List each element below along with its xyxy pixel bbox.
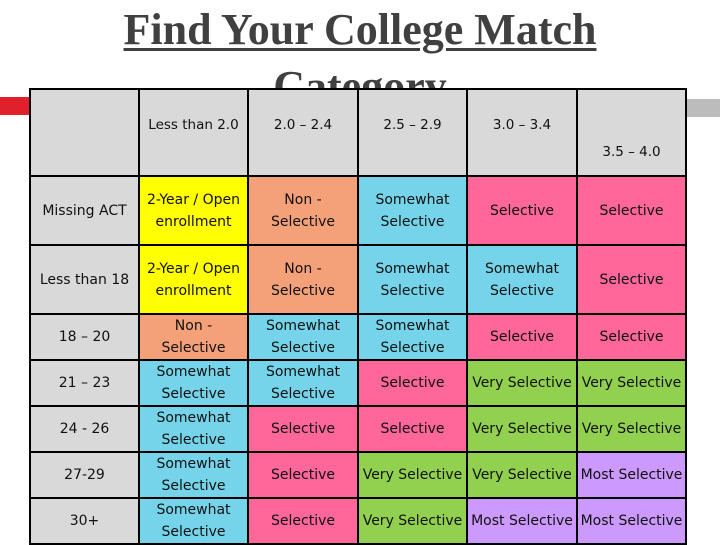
header-gpa-lt-2-0: Less than 2.0	[138, 88, 249, 177]
table-row: 24 - 26 Somewhat Selective Selective Select…	[29, 405, 687, 453]
table-row: 27-29 Somewhat Selective Selective Very Sel…	[29, 451, 687, 499]
category-cell: Very Selective	[466, 451, 578, 499]
category-cell: Selective	[357, 405, 468, 453]
category-cell: Selective	[247, 405, 359, 453]
header-row: Less than 2.0 2.0 – 2.4 2.5 – 2.9 3.0 – …	[29, 88, 687, 177]
category-cell: Somewhat Selective	[138, 359, 249, 407]
table-row: 18 – 20 Non - Selective Somewhat Selective…	[29, 313, 687, 361]
category-cell: Selective	[247, 497, 359, 545]
table-row: 21 – 23 Somewhat Selective Somewhat Select…	[29, 359, 687, 407]
category-cell: Non - Selective	[138, 313, 249, 361]
category-cell: Somewhat Selective	[138, 497, 249, 545]
category-cell: Somewhat Selective	[247, 313, 359, 361]
table-row: Missing ACT 2-Year / Open enrollment Non -…	[29, 175, 687, 246]
header-label: 2.0 – 2.4	[273, 116, 333, 133]
header-gpa-3-0-3-4: 3.0 – 3.4	[466, 88, 578, 177]
category-cell: Very Selective	[466, 405, 578, 453]
category-cell: Somewhat Selective	[247, 359, 359, 407]
act-range-label: 21 – 23	[29, 359, 140, 407]
category-cell: Selective	[576, 175, 687, 246]
category-cell: Selective	[247, 451, 359, 499]
act-range-label: Missing ACT	[29, 175, 140, 246]
category-cell: Very Selective	[357, 497, 468, 545]
category-cell: Selective	[576, 313, 687, 361]
category-cell: Most Selective	[466, 497, 578, 545]
category-cell: Very Selective	[576, 359, 687, 407]
category-cell: Most Selective	[576, 497, 687, 545]
category-cell: Most Selective	[576, 451, 687, 499]
act-range-label: 24 - 26	[29, 405, 140, 453]
category-cell: Selective	[576, 244, 687, 315]
table-row: 30+ Somewhat Selective Selective Very Selec…	[29, 497, 687, 545]
college-match-table: Less than 2.0 2.0 – 2.4 2.5 – 2.9 3.0 – …	[29, 88, 687, 545]
header-gpa-2-0-2-4: 2.0 – 2.4	[247, 88, 359, 177]
category-cell: Somewhat Selective	[138, 451, 249, 499]
category-cell: Somewhat Selective	[138, 405, 249, 453]
category-cell: Somewhat Selective	[357, 175, 468, 246]
header-corner	[29, 88, 140, 177]
category-cell: Somewhat Selective	[466, 244, 578, 315]
header-label: 3.0 – 3.4	[492, 116, 552, 133]
category-cell: Very Selective	[357, 451, 468, 499]
header-label: 2.5 – 2.9	[383, 116, 442, 133]
category-cell: Very Selective	[466, 359, 578, 407]
act-range-label: 27-29	[29, 451, 140, 499]
category-cell: Selective	[466, 313, 578, 361]
category-cell: Very Selective	[576, 405, 687, 453]
title-line-1: Find Your College Match	[123, 5, 597, 54]
act-range-label: 18 – 20	[29, 313, 140, 361]
category-cell: 2-Year / Open enrollment	[138, 244, 249, 315]
header-label: Less than 2.0	[148, 116, 239, 133]
category-cell: Somewhat Selective	[357, 313, 468, 361]
category-cell: Selective	[357, 359, 468, 407]
act-range-label: Less than 18	[29, 244, 140, 315]
category-cell: Selective	[466, 175, 578, 246]
table-row: Less than 18 2-Year / Open enrollment Non …	[29, 244, 687, 315]
category-cell: Non - Selective	[247, 244, 359, 315]
header-gpa-2-5-2-9: 2.5 – 2.9	[357, 88, 468, 177]
category-cell: 2-Year / Open enrollment	[138, 175, 249, 246]
act-range-label: 30+	[29, 497, 140, 545]
category-cell: Non - Selective	[247, 175, 359, 246]
category-cell: Somewhat Selective	[357, 244, 468, 315]
header-gpa-3-5-4-0: 3.5 – 4.0	[576, 88, 687, 177]
